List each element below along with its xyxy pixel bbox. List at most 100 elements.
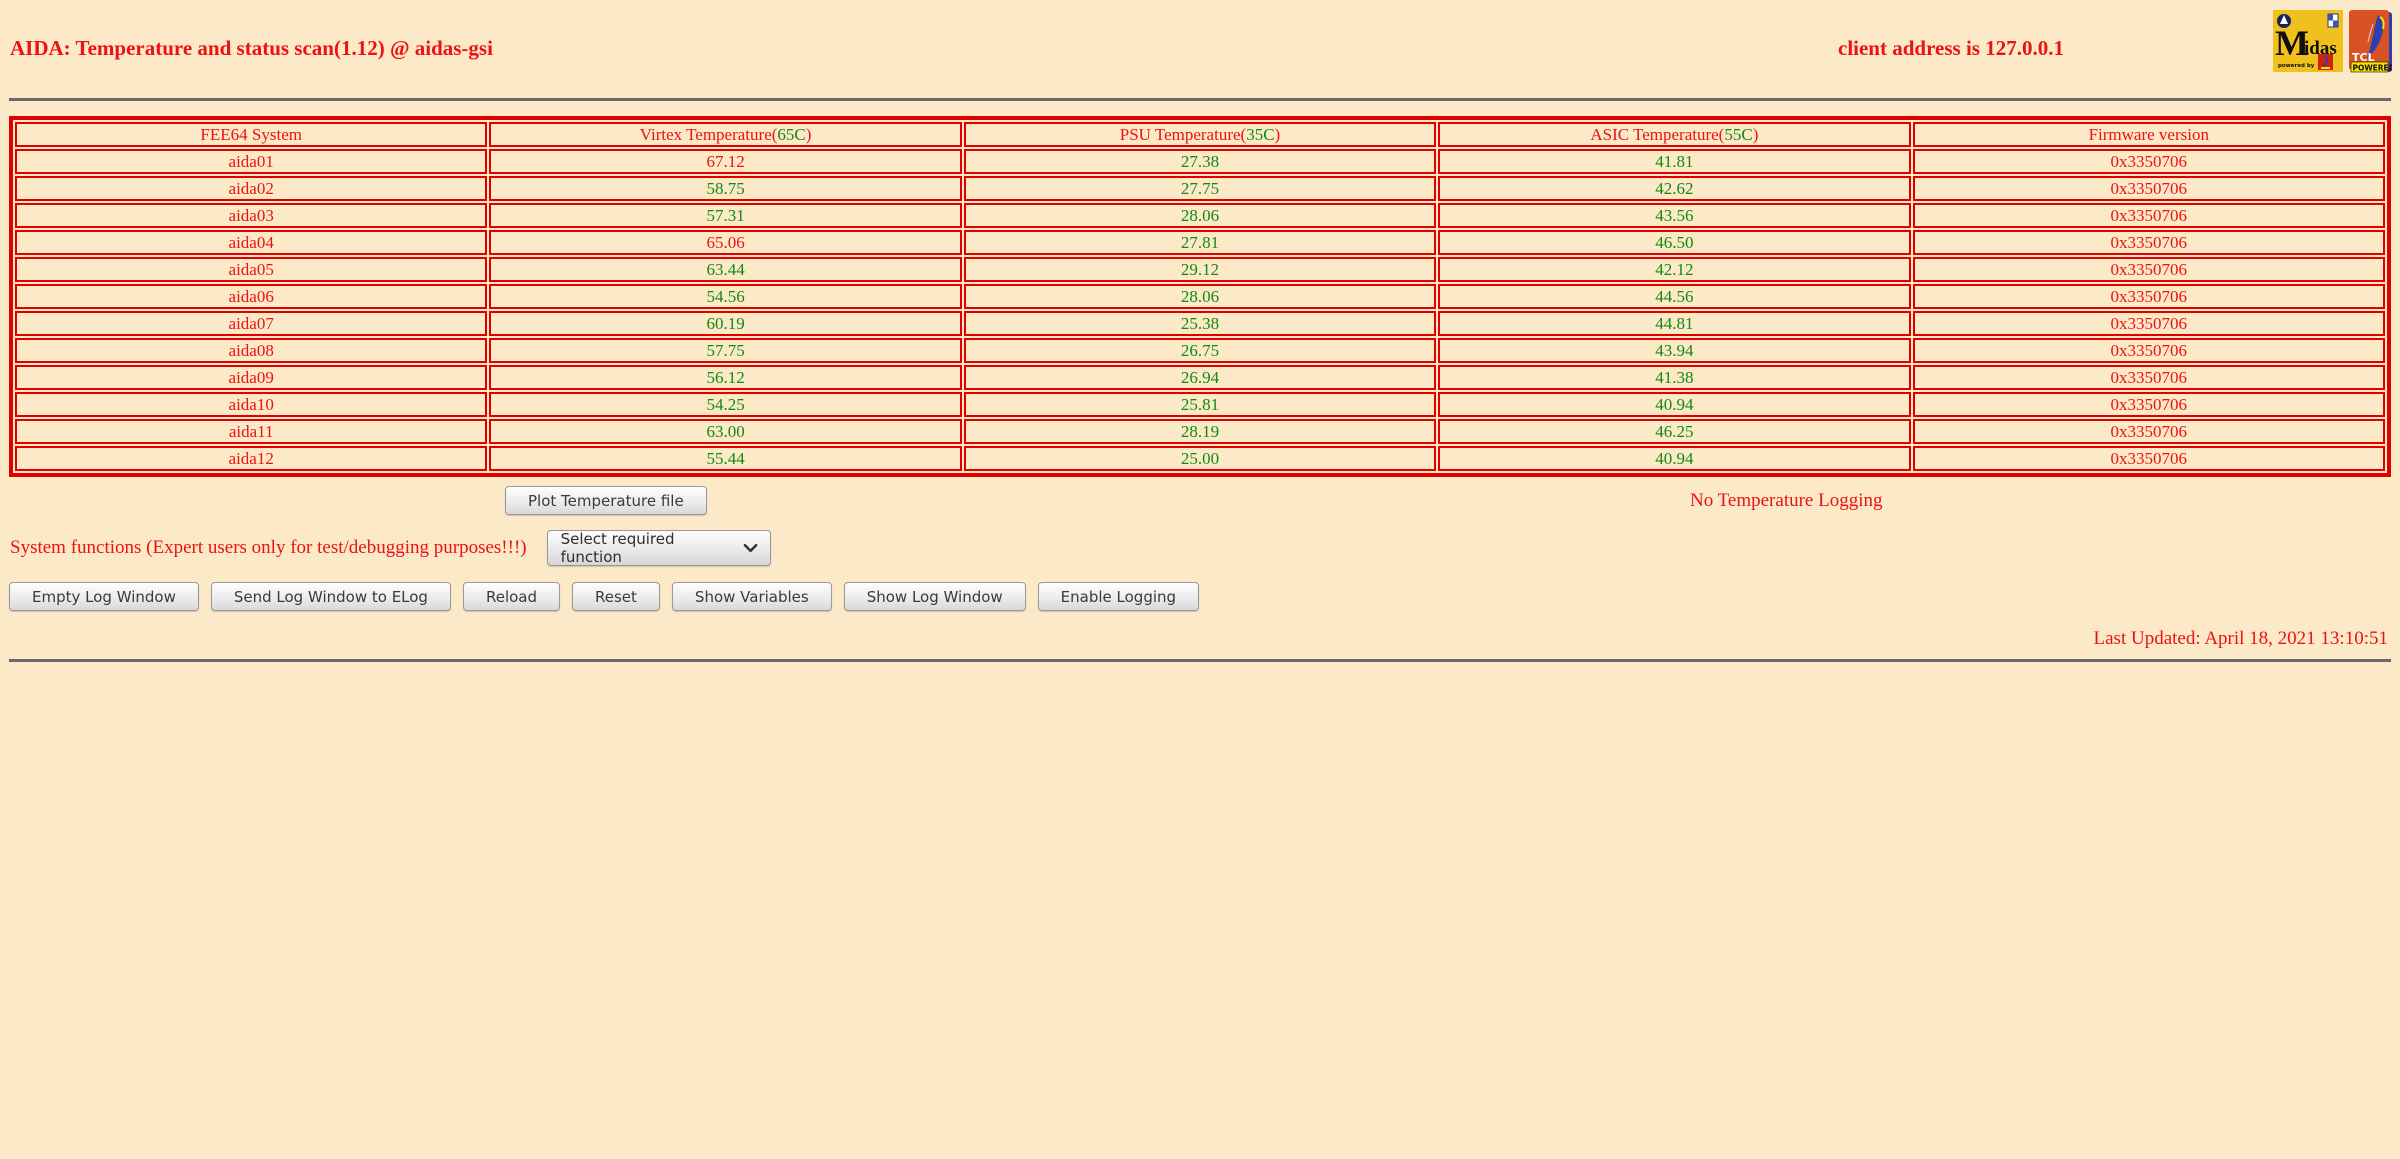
asic-temperature-cell: 42.62 [1438, 176, 1911, 202]
column-header-virtex-temperature: Virtex Temperature(65C) [489, 122, 962, 148]
fee64-system-cell: aida09 [15, 365, 488, 391]
virtex-temperature-cell: 54.56 [489, 284, 962, 310]
midas-logo[interactable]: M idas powered by [2273, 10, 2343, 72]
fee64-system-cell: aida01 [15, 149, 488, 175]
psu-temperature-cell: 26.75 [963, 338, 1437, 364]
fee64-system-cell: aida08 [15, 338, 488, 364]
system-functions-label: System functions (Expert users only for … [10, 537, 527, 559]
firmware-version-cell: 0x3350706 [1912, 311, 2385, 337]
virtex-temperature-cell: 57.31 [489, 203, 962, 229]
table-row: aida06 54.56 28.06 44.56 0x3350706 [15, 284, 2385, 310]
log-button-bar: Empty Log Window Send Log Window to ELog… [9, 582, 2400, 612]
psu-temperature-cell: 26.94 [963, 365, 1437, 391]
plot-row: Plot Temperature file No Temperature Log… [0, 477, 2400, 525]
firmware-version-cell: 0x3350706 [1912, 284, 2385, 310]
asic-temperature-cell: 46.25 [1438, 419, 1911, 445]
tcl-powered-logo[interactable]: TCL POWERED [2349, 10, 2392, 74]
firmware-version-cell: 0x3350706 [1912, 176, 2385, 202]
fee64-system-cell: aida12 [15, 446, 488, 472]
column-header-fee64-system: FEE64 System [15, 122, 488, 148]
asic-temperature-cell: 41.38 [1438, 365, 1911, 391]
table-header-row: FEE64 System Virtex Temperature(65C) PSU… [15, 122, 2385, 148]
psu-temperature-cell: 28.06 [963, 203, 1437, 229]
column-header-asic-temperature: ASIC Temperature(55C) [1438, 122, 1911, 148]
show-variables-button[interactable]: Show Variables [671, 582, 832, 612]
psu-temperature-cell: 27.75 [963, 176, 1437, 202]
psu-temperature-cell: 27.81 [963, 230, 1437, 256]
psu-temperature-cell: 25.00 [963, 446, 1437, 472]
virtex-temperature-cell: 56.12 [489, 365, 962, 391]
temperature-table-body: aida01 67.12 27.38 41.81 0x3350706 aida02 58.7… [15, 149, 2385, 472]
fee64-system-cell: aida11 [15, 419, 488, 445]
table-row: aida04 65.06 27.81 46.50 0x3350706 [15, 230, 2385, 256]
column-header-firmware-version: Firmware version [1912, 122, 2385, 148]
firmware-version-cell: 0x3350706 [1912, 149, 2385, 175]
fee64-system-cell: aida07 [15, 311, 488, 337]
firmware-version-cell: 0x3350706 [1912, 419, 2385, 445]
table-row: aida10 54.25 25.81 40.94 0x3350706 [15, 392, 2385, 418]
enable-logging-button[interactable]: Enable Logging [1037, 582, 1200, 612]
temperature-table: FEE64 System Virtex Temperature(65C) PSU… [9, 116, 2391, 478]
firmware-version-cell: 0x3350706 [1912, 446, 2385, 472]
firmware-version-cell: 0x3350706 [1912, 365, 2385, 391]
fee64-system-cell: aida04 [15, 230, 488, 256]
virtex-temperature-cell: 63.00 [489, 419, 962, 445]
plot-temperature-file-button[interactable]: Plot Temperature file [505, 486, 707, 516]
virtex-temperature-cell: 55.44 [489, 446, 962, 472]
asic-temperature-cell: 42.12 [1438, 257, 1911, 283]
virtex-temperature-cell: 54.25 [489, 392, 962, 418]
table-row: aida03 57.31 28.06 43.56 0x3350706 [15, 203, 2385, 229]
reload-button[interactable]: Reload [462, 582, 561, 612]
psu-temperature-cell: 29.12 [963, 257, 1437, 283]
chevron-down-icon [743, 544, 757, 553]
table-row: aida11 63.00 28.19 46.25 0x3350706 [15, 419, 2385, 445]
page-header: AIDA: Temperature and status scan(1.12) … [0, 0, 2400, 98]
psu-temperature-cell: 27.38 [963, 149, 1437, 175]
virtex-temperature-cell: 58.75 [489, 176, 962, 202]
virtex-temperature-cell: 57.75 [489, 338, 962, 364]
column-header-psu-temperature: PSU Temperature(35C) [963, 122, 1437, 148]
function-select-value: Select required function [560, 530, 675, 567]
table-row: aida05 63.44 29.12 42.12 0x3350706 [15, 257, 2385, 283]
table-row: aida12 55.44 25.00 40.94 0x3350706 [15, 446, 2385, 472]
empty-log-window-button[interactable]: Empty Log Window [9, 582, 199, 612]
psu-temperature-cell: 25.38 [963, 311, 1437, 337]
bottom-divider [9, 659, 2391, 663]
fee64-system-cell: aida05 [15, 257, 488, 283]
table-row: aida07 60.19 25.38 44.81 0x3350706 [15, 311, 2385, 337]
svg-text:POWERED: POWERED [2353, 64, 2393, 73]
function-select[interactable]: Select required function [546, 530, 771, 567]
firmware-version-cell: 0x3350706 [1912, 257, 2385, 283]
show-log-window-button[interactable]: Show Log Window [843, 582, 1026, 612]
asic-temperature-cell: 44.81 [1438, 311, 1911, 337]
fee64-system-cell: aida10 [15, 392, 488, 418]
logo-group: M idas powered by TCL POWERED [2273, 10, 2392, 74]
system-functions-row: System functions (Expert users only for … [10, 527, 2400, 569]
asic-temperature-cell: 43.56 [1438, 203, 1911, 229]
svg-text:powered by: powered by [2278, 63, 2315, 69]
reset-button[interactable]: Reset [572, 582, 660, 612]
fee64-system-cell: aida02 [15, 176, 488, 202]
table-row: aida01 67.12 27.38 41.81 0x3350706 [15, 149, 2385, 175]
fee64-system-cell: aida03 [15, 203, 488, 229]
temperature-table-container: FEE64 System Virtex Temperature(65C) PSU… [9, 116, 2391, 478]
firmware-version-cell: 0x3350706 [1912, 203, 2385, 229]
temperature-logging-status: No Temperature Logging [1690, 490, 1883, 512]
psu-temperature-cell: 28.19 [963, 419, 1437, 445]
asic-temperature-cell: 41.81 [1438, 149, 1911, 175]
table-row: aida02 58.75 27.75 42.62 0x3350706 [15, 176, 2385, 202]
page-title: AIDA: Temperature and status scan(1.12) … [10, 36, 493, 60]
psu-temperature-cell: 25.81 [963, 392, 1437, 418]
virtex-temperature-cell: 65.06 [489, 230, 962, 256]
table-row: aida08 57.75 26.75 43.94 0x3350706 [15, 338, 2385, 364]
virtex-temperature-cell: 67.12 [489, 149, 962, 175]
last-updated-text: Last Updated: April 18, 2021 13:10:51 [2093, 628, 2388, 650]
firmware-version-cell: 0x3350706 [1912, 230, 2385, 256]
fee64-system-cell: aida06 [15, 284, 488, 310]
asic-temperature-cell: 40.94 [1438, 446, 1911, 472]
send-log-to-elog-button[interactable]: Send Log Window to ELog [210, 582, 451, 612]
top-divider [9, 98, 2391, 101]
virtex-temperature-cell: 63.44 [489, 257, 962, 283]
psu-temperature-cell: 28.06 [963, 284, 1437, 310]
firmware-version-cell: 0x3350706 [1912, 338, 2385, 364]
